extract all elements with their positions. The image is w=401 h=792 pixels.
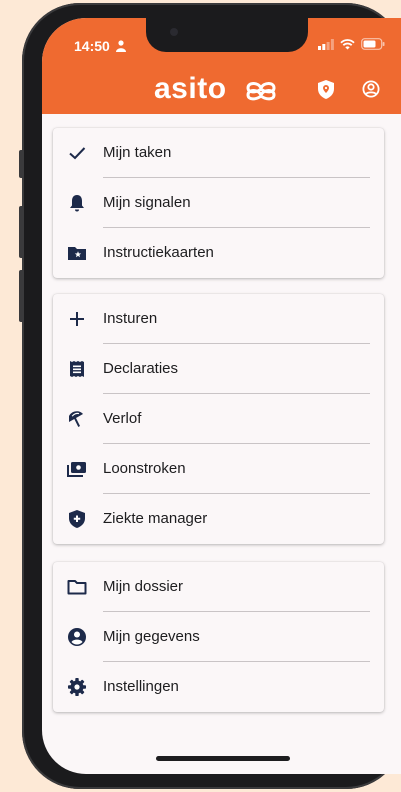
- app-screen: 14:50 asito Mijn taken Mijn signalen Ins…: [42, 18, 401, 774]
- folder-icon: [67, 580, 87, 595]
- cellular-signal-icon: [318, 38, 334, 50]
- brand-logo-text: asito: [154, 72, 227, 105]
- menu-item-label: Instellingen: [103, 678, 179, 695]
- status-time: 14:50: [74, 38, 110, 54]
- menu-item-label: Verlof: [103, 410, 142, 427]
- bell-icon: [70, 195, 84, 212]
- menu-item-mijn-gegevens[interactable]: Mijn gegevens: [53, 612, 384, 662]
- app-header: 14:50 asito: [42, 18, 401, 114]
- shield-location-icon[interactable]: [318, 80, 334, 99]
- menu-item-instellingen[interactable]: Instellingen: [53, 662, 384, 712]
- person-icon: [116, 40, 126, 52]
- account-circle-icon: [68, 628, 86, 646]
- check-icon: [69, 147, 86, 160]
- status-icons: [318, 38, 385, 50]
- menu-item-mijn-taken[interactable]: Mijn taken: [53, 128, 384, 178]
- menu-item-label: Mijn dossier: [103, 578, 184, 595]
- menu-card-requests: Insturen Declaraties Verlof Loonstroken: [53, 294, 384, 544]
- beach-umbrella-icon: [69, 411, 83, 427]
- menu-item-label: Declaraties: [103, 360, 179, 377]
- menu-item-mijn-dossier[interactable]: Mijn dossier: [53, 562, 384, 612]
- notch: [146, 18, 308, 52]
- menu-card-tasks: Mijn taken Mijn signalen Instructiekaart…: [53, 128, 384, 278]
- menu-item-label: Mijn taken: [103, 144, 172, 161]
- account-icon[interactable]: [362, 80, 380, 98]
- receipt-icon: [70, 361, 84, 377]
- menu-item-label: Mijn gegevens: [103, 628, 200, 645]
- menu-item-declaraties[interactable]: Declaraties: [53, 344, 384, 394]
- menu-item-mijn-signalen[interactable]: Mijn signalen: [53, 178, 384, 228]
- menu-item-instructiekaarten[interactable]: Instructiekaarten: [53, 228, 384, 278]
- menu-item-label: Mijn signalen: [103, 194, 191, 211]
- menu-item-label: Loonstroken: [103, 460, 186, 477]
- payslip-icon: [67, 462, 86, 477]
- battery-icon: [361, 38, 385, 50]
- menu-item-ziekte-manager[interactable]: Ziekte manager: [53, 494, 384, 544]
- gear-icon: [68, 678, 86, 696]
- asito-logo-icon: [246, 82, 276, 101]
- folder-star-icon: [68, 247, 86, 260]
- menu-item-label: Ziekte manager: [103, 510, 208, 527]
- menu-item-loonstroken[interactable]: Loonstroken: [53, 444, 384, 494]
- menu-item-verlof[interactable]: Verlof: [53, 394, 384, 444]
- shield-plus-icon: [69, 510, 85, 528]
- home-indicator[interactable]: [156, 756, 290, 761]
- wifi-icon: [340, 38, 355, 49]
- menu-item-label: Insturen: [103, 310, 158, 327]
- menu-item-insturen[interactable]: Insturen: [53, 294, 384, 344]
- menu-item-label: Instructiekaarten: [103, 244, 214, 261]
- plus-icon: [70, 312, 84, 326]
- menu-card-profile: Mijn dossier Mijn gegevens Instellingen: [53, 562, 384, 712]
